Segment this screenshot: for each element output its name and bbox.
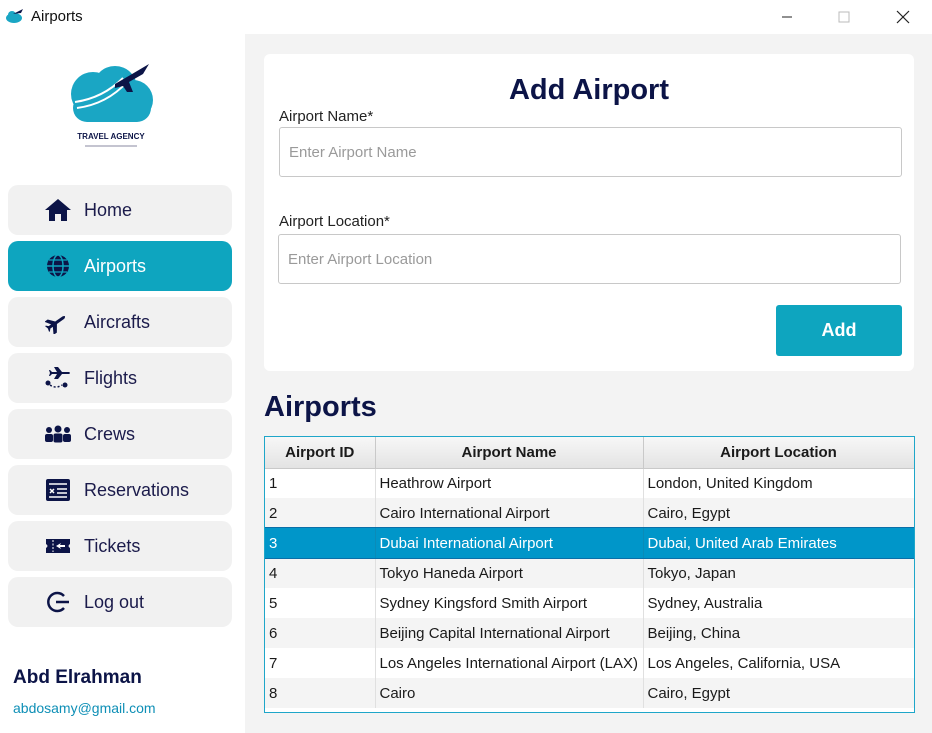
table-row[interactable]: 5 Sydney Kingsford Smith Airport Sydney,…	[265, 588, 914, 618]
sidebar-item-reservations[interactable]: Reservations	[8, 465, 232, 515]
cell-airport-location: Cairo, Egypt	[643, 498, 914, 528]
cell-airport-name: Los Angeles International Airport (LAX)	[375, 648, 644, 678]
airport-name-label: Airport Name*	[279, 108, 374, 125]
sidebar-item-aircrafts[interactable]: Aircrafts	[8, 297, 232, 347]
sidebar-item-airports[interactable]: Airports	[8, 241, 232, 291]
cell-airport-name: Tokyo Haneda Airport	[375, 558, 644, 588]
cell-airport-id: 1	[265, 468, 376, 498]
user-email: abdosamy@gmail.com	[13, 700, 156, 716]
svg-text:TRAVEL AGENCY: TRAVEL AGENCY	[77, 132, 145, 141]
cell-airport-name: Beijing Capital International Airport	[375, 618, 644, 648]
cell-airport-id: 8	[265, 678, 376, 708]
table-row[interactable]: 7 Los Angeles International Airport (LAX…	[265, 648, 914, 678]
column-header-name[interactable]: Airport Name	[375, 437, 644, 469]
sidebar-item-label: Airports	[84, 255, 147, 276]
table-row[interactable]: 4 Tokyo Haneda Airport Tokyo, Japan	[265, 558, 914, 588]
table-row[interactable]: 8 Cairo Cairo, Egypt	[265, 678, 914, 708]
cell-airport-name: Cairo International Airport	[375, 498, 644, 528]
airport-name-input[interactable]	[279, 127, 902, 177]
cell-airport-location: Los Angeles, California, USA	[643, 648, 914, 678]
sidebar-item-tickets[interactable]: Tickets	[8, 521, 232, 571]
airports-section-title: Airports	[264, 391, 377, 423]
cell-airport-name: Sydney Kingsford Smith Airport	[375, 588, 644, 618]
travel-agency-logo: TRAVEL AGENCY	[71, 64, 153, 147]
cell-airport-id: 7	[265, 648, 376, 678]
sidebar-item-logout[interactable]: Log out	[8, 577, 232, 627]
minimize-icon	[782, 16, 792, 18]
user-name: Abd Elrahman	[13, 667, 142, 688]
close-icon	[896, 10, 910, 24]
airport-location-label: Airport Location*	[279, 213, 390, 230]
airport-location-input[interactable]	[278, 234, 901, 284]
sidebar-item-flights[interactable]: Flights	[8, 353, 232, 403]
sidebar-item-label: Flights	[84, 367, 138, 388]
app-cloud-icon	[6, 9, 23, 23]
cell-airport-id: 6	[265, 618, 376, 648]
sidebar-item-label: Tickets	[84, 535, 141, 556]
sidebar-item-home[interactable]: Home	[8, 185, 232, 235]
cell-airport-location: Cairo, Egypt	[643, 678, 914, 708]
table-row[interactable]: 6 Beijing Capital International Airport …	[265, 618, 914, 648]
cell-airport-location: Sydney, Australia	[643, 588, 914, 618]
cell-airport-location: London, United Kingdom	[643, 468, 914, 498]
table-header-row: Airport ID Airport Name Airport Location	[265, 437, 914, 469]
airports-table[interactable]: Airport ID Airport Name Airport Location…	[264, 436, 915, 713]
sidebar-item-label: Home	[84, 199, 133, 220]
cell-airport-id: 3	[265, 528, 376, 558]
home-icon	[44, 197, 72, 223]
cell-airport-location: Beijing, China	[643, 618, 914, 648]
cell-airport-name: Dubai International Airport	[375, 528, 644, 558]
table-row[interactable]: 2 Cairo International Airport Cairo, Egy…	[265, 498, 914, 528]
cell-airport-name: Cairo	[375, 678, 644, 708]
cell-airport-id: 4	[265, 558, 376, 588]
cell-airport-name: Heathrow Airport	[375, 468, 644, 498]
table-row-selected[interactable]: 3 Dubai International Airport Dubai, Uni…	[265, 527, 914, 559]
globe-icon	[44, 253, 72, 279]
sidebar-item-label: Crews	[84, 423, 136, 444]
sidebar-item-label: Aircrafts	[84, 311, 151, 332]
cell-airport-location: Tokyo, Japan	[643, 558, 914, 588]
crew-icon	[44, 421, 72, 447]
column-header-id[interactable]: Airport ID	[265, 437, 376, 469]
flight-route-icon	[44, 365, 72, 391]
sidebar-item-label: Reservations	[84, 479, 190, 500]
minimize-button[interactable]	[764, 0, 810, 34]
maximize-icon	[838, 11, 850, 23]
sidebar-item-crews[interactable]: Crews	[8, 409, 232, 459]
close-button[interactable]	[880, 0, 926, 34]
cell-airport-id: 5	[265, 588, 376, 618]
cell-airport-id: 2	[265, 498, 376, 528]
airplane-icon	[44, 309, 72, 335]
reservation-card-icon	[44, 477, 72, 503]
sidebar-item-label: Log out	[84, 591, 145, 612]
maximize-button[interactable]	[821, 0, 867, 34]
sidebar: TRAVEL AGENCY Home Airports Aircrafts Fl…	[0, 34, 245, 733]
form-title: Add Airport	[508, 74, 669, 106]
title-bar: Airports	[0, 0, 932, 34]
cell-airport-location: Dubai, United Arab Emirates	[643, 528, 914, 558]
table-row[interactable]: 1 Heathrow Airport London, United Kingdo…	[265, 468, 914, 498]
logout-icon	[44, 589, 72, 615]
add-airport-form: Add Airport Airport Name* Airport Locati…	[264, 54, 914, 371]
window-title: Airports	[31, 8, 83, 25]
add-button[interactable]: Add	[776, 305, 902, 356]
main-content: Add Airport Airport Name* Airport Locati…	[245, 34, 932, 733]
column-header-location[interactable]: Airport Location	[643, 437, 914, 469]
ticket-icon	[44, 533, 72, 559]
